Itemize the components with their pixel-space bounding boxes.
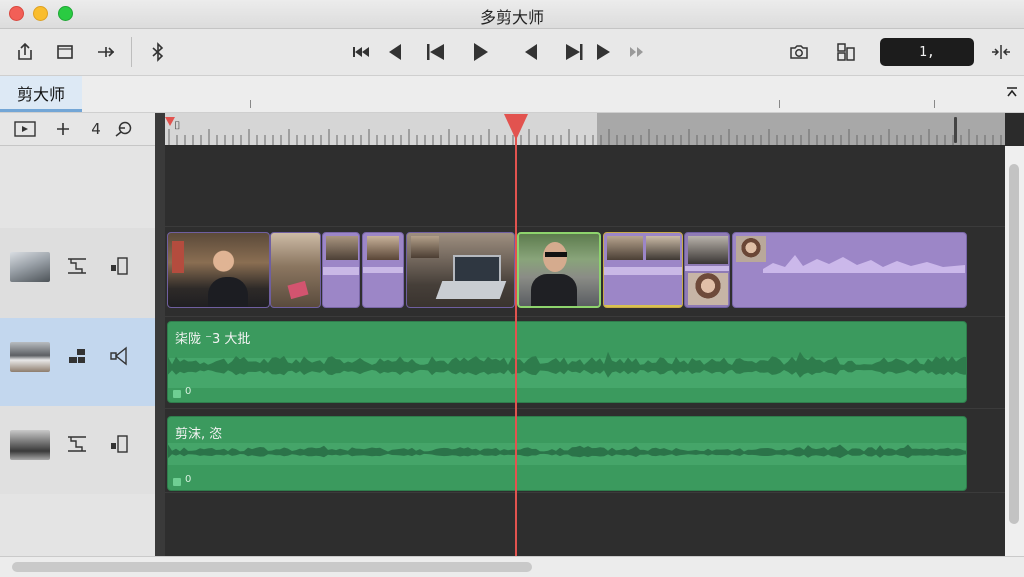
video-audio-clip[interactable] — [732, 232, 967, 308]
track-divider — [165, 492, 1005, 493]
audio-clip[interactable]: 剪沫, 恣 0 — [167, 416, 967, 491]
speaker-icon[interactable] — [106, 344, 132, 368]
title-bar: 多剪大师 — [0, 0, 1024, 29]
snapping-icon[interactable] — [111, 117, 137, 141]
clip-badge: 0 — [185, 386, 192, 397]
video-clip[interactable] — [270, 232, 321, 308]
tab-ruler-tick — [250, 100, 251, 108]
split-icon[interactable] — [93, 39, 119, 65]
clip-waveform — [763, 255, 965, 273]
audio-waveform — [168, 351, 966, 388]
end-marker[interactable] — [954, 117, 957, 143]
vertical-scrollbar[interactable] — [1005, 146, 1024, 556]
rewind-icon[interactable] — [349, 39, 375, 65]
track-headers — [0, 146, 155, 556]
play-icon[interactable] — [467, 39, 493, 65]
track-divider — [165, 408, 1005, 409]
audio-clip-label: 柒陇 ⁻3 大批 — [175, 332, 251, 347]
video-clip-selected[interactable] — [517, 232, 601, 308]
track-settings-icon[interactable] — [64, 432, 90, 456]
clip-badge-icon — [173, 478, 181, 486]
video-audio-clip[interactable] — [362, 232, 404, 308]
track-settings-icon[interactable] — [64, 254, 90, 278]
window-title: 多剪大师 — [479, 8, 544, 27]
next-icon[interactable] — [590, 39, 616, 65]
tab-ruler-tick — [779, 100, 780, 108]
marker-flag-icon[interactable]: ⌷ — [174, 119, 181, 133]
playhead-handle[interactable] — [504, 114, 528, 140]
project-tab-bar: 剪大师 — [0, 76, 1024, 113]
track-audio-icon[interactable] — [106, 432, 132, 456]
audio-clip[interactable]: 柒陇 ⁻3 大批 0 — [167, 321, 967, 403]
audio-track-header-selected[interactable] — [0, 318, 155, 407]
fast-forward-icon[interactable] — [624, 39, 650, 65]
timecode-display[interactable]: 1, — [880, 38, 974, 66]
track-controls: 4 — [0, 113, 155, 146]
video-track-header[interactable] — [0, 228, 155, 319]
track-layout-icon[interactable] — [64, 344, 90, 368]
empty-track-header — [0, 146, 155, 229]
zoom-level[interactable]: 4 — [83, 117, 109, 141]
prev-frame-icon[interactable] — [382, 39, 408, 65]
track-audio-icon[interactable] — [106, 254, 132, 278]
track-thumbnail — [10, 252, 50, 282]
clip-badge-icon — [173, 390, 181, 398]
track-thumbnail — [10, 342, 50, 372]
add-media-icon[interactable] — [12, 117, 38, 141]
crop-icon[interactable] — [52, 39, 78, 65]
collapse-icon[interactable] — [1006, 85, 1018, 101]
audio-waveform — [168, 443, 966, 465]
timeline-ruler[interactable]: ⌷ — [165, 113, 1005, 145]
toolbar-divider — [131, 37, 132, 67]
ruler-ticks — [168, 129, 1002, 145]
tab-ruler-tick — [934, 100, 935, 108]
video-clip[interactable] — [406, 232, 515, 308]
clip-badge: 0 — [185, 474, 192, 485]
skip-start-icon[interactable] — [423, 39, 449, 65]
horizontal-scrollbar[interactable] — [0, 556, 1024, 577]
video-audio-clip[interactable] — [322, 232, 360, 308]
audio-clip-label: 剪沫, 恣 — [175, 427, 223, 442]
toolbar: 1, — [0, 29, 1024, 76]
horizontal-scroll-thumb[interactable] — [12, 562, 532, 572]
track-divider — [165, 316, 1005, 317]
video-audio-clip[interactable] — [603, 232, 683, 308]
inspector-icon[interactable] — [833, 39, 859, 65]
track-thumbnail — [10, 430, 50, 460]
empty-track-header — [0, 494, 155, 556]
tab-project[interactable]: 剪大师 — [0, 76, 82, 112]
vertical-scroll-thumb[interactable] — [1009, 164, 1019, 524]
panel-divider[interactable] — [155, 113, 165, 556]
fit-icon[interactable] — [988, 39, 1014, 65]
step-back-icon[interactable] — [518, 39, 544, 65]
video-clip[interactable] — [684, 232, 730, 308]
camera-icon[interactable] — [786, 39, 812, 65]
track-divider — [165, 226, 1005, 227]
skip-end-icon[interactable] — [561, 39, 587, 65]
add-track-icon[interactable] — [50, 117, 76, 141]
video-clip[interactable] — [167, 232, 270, 308]
playhead[interactable] — [515, 128, 517, 556]
share-icon[interactable] — [12, 39, 38, 65]
bluetooth-icon[interactable] — [145, 39, 171, 65]
audio-track-header[interactable] — [0, 406, 155, 495]
